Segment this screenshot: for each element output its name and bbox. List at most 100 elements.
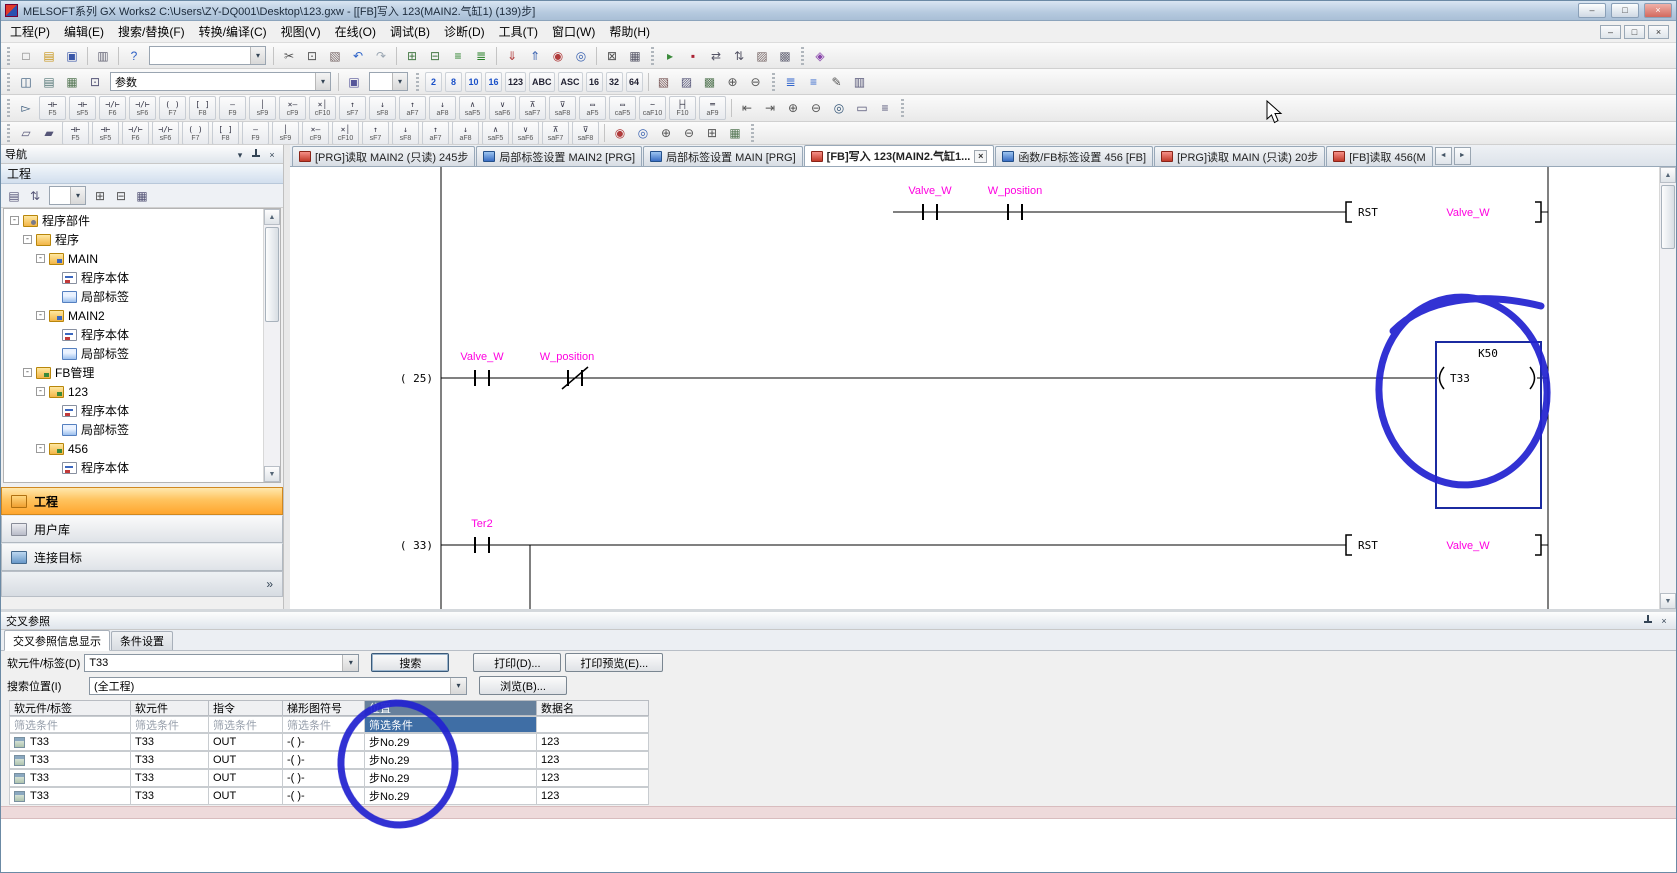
quick-access-combo[interactable]: ▾ (149, 46, 266, 65)
parameter-icon[interactable]: ▨ (751, 45, 773, 67)
tab-scroll-right-button[interactable]: ► (1454, 147, 1471, 165)
horizontal-line-input-icon[interactable]: ├┤ F10 (669, 96, 696, 120)
zoom2-in-icon[interactable]: ⊕ (655, 122, 677, 144)
coil-icon[interactable]: ( ) F7 (159, 96, 186, 120)
open-contact-icon[interactable]: ⊣⊢ F5 (39, 96, 66, 120)
tb4-coil-icon[interactable]: ( ) F7 (182, 122, 209, 145)
device-test-icon[interactable]: ⊠ (601, 45, 623, 67)
tb4-delete-vertical-icon[interactable]: ×│ cF10 (332, 122, 359, 145)
tree-item-456-program-body[interactable]: 程序本体 (4, 458, 263, 477)
minimize-button[interactable]: – (1578, 3, 1606, 18)
chevron-more-icon[interactable]: » (266, 577, 273, 591)
tree-item-main[interactable]: - MAIN (4, 249, 263, 268)
scroll-up-button[interactable]: ▲ (1660, 167, 1676, 183)
window-select-combo[interactable]: 参数 ▾ (110, 72, 331, 91)
mdi-restore-button[interactable]: □ (1624, 25, 1645, 39)
menu-diagnostics[interactable]: 诊断(D) (437, 20, 492, 43)
tree-expander-icon[interactable]: - (23, 368, 32, 377)
tree-item-123-local-label[interactable]: 局部标签 (4, 420, 263, 439)
tree-item-main2-local-label[interactable]: 局部标签 (4, 344, 263, 363)
tb4-delete-horizontal-icon[interactable]: ×— cF9 (302, 122, 329, 145)
undo-icon[interactable]: ↶ (347, 45, 369, 67)
menu-convert-compile[interactable]: 转换/编译(C) (192, 20, 274, 43)
zoom2-out-icon[interactable]: ⊖ (678, 122, 700, 144)
menu-view[interactable]: 视图(V) (274, 20, 328, 43)
column-header[interactable]: 软元件 (131, 700, 209, 716)
closed-contact-icon[interactable]: ⊣/⊢ F6 (99, 96, 126, 120)
display-decimal-icon[interactable]: 10 (465, 72, 482, 92)
tab-fb-label-456[interactable]: 函数/FB标签设置 456 [FB] (995, 146, 1153, 166)
tb4-invert-falling-icon[interactable]: ⊽ saF8 (572, 122, 599, 145)
selected-row-strip[interactable] (1, 806, 1676, 819)
rising-pulse-branch-icon[interactable]: ↑ aF7 (399, 96, 426, 120)
monitor-read-icon[interactable]: ◎ (632, 122, 654, 144)
filter-cell[interactable]: 筛选条件 (209, 716, 283, 733)
nav-display-setting-icon[interactable]: ▤ (4, 186, 24, 206)
tree-scrollbar[interactable]: ▲ ▼ (263, 209, 280, 482)
tree-expander-icon[interactable] (49, 330, 58, 339)
convert-all-icon[interactable]: ≣ (470, 45, 492, 67)
tb4-invert-rising-icon[interactable]: ⊼ saF7 (542, 122, 569, 145)
tab-local-label-main[interactable]: 局部标签设置 MAIN [PRG] (643, 146, 803, 166)
horizontal-line-icon[interactable]: — F9 (219, 96, 246, 120)
word-64bit-icon[interactable]: 64 (626, 72, 643, 92)
display-ascii-icon[interactable]: ASC (558, 72, 583, 92)
operation-falling-icon[interactable]: ∨ saF6 (489, 96, 516, 120)
maximize-button[interactable]: □ (1611, 3, 1639, 18)
tree-expander-icon[interactable] (49, 292, 58, 301)
tb4-open-contact-icon[interactable]: ⊣⊢ F5 (62, 122, 89, 145)
ladder-diagram[interactable]: Valve_W W_position RST Valve_W ( 25) Val… (290, 167, 1677, 609)
chevron-down-icon[interactable]: ▾ (342, 655, 358, 671)
label-edit-icon[interactable]: ✎ (826, 71, 848, 93)
menu-help[interactable]: 帮助(H) (602, 20, 657, 43)
output-window-icon[interactable]: ▦ (61, 71, 83, 93)
delete-row-icon[interactable]: ⊟ (424, 45, 446, 67)
invert-result-falling-icon[interactable]: ⊽ saF8 (549, 96, 576, 120)
search-location-combo[interactable]: (全工程) ▾ (89, 677, 467, 695)
tree-expander-icon[interactable]: - (36, 444, 45, 453)
print-icon[interactable]: ▥ (92, 45, 114, 67)
tree-item-fb-123[interactable]: - 123 (4, 382, 263, 401)
tb4-vertical-line-icon[interactable]: │ sF9 (272, 122, 299, 145)
grid-display-icon[interactable]: ⊞ (701, 122, 723, 144)
tree-expander-icon[interactable] (49, 273, 58, 282)
tb4-horizontal-line-icon[interactable]: — F9 (242, 122, 269, 145)
tab-fb-write-123[interactable]: [FB]写入 123(MAIN2.气缸1... × (804, 145, 995, 167)
crossref-close-icon[interactable]: × (1657, 614, 1671, 627)
write-to-plc-icon[interactable]: ⇓ (501, 45, 523, 67)
simulation-stop-icon[interactable]: ▪ (682, 45, 704, 67)
read-mode-icon[interactable]: ▰ (38, 122, 60, 144)
tree-item-main-program-body[interactable]: 程序本体 (4, 268, 263, 287)
delete-vertical-line-icon[interactable]: ×│ cF10 (309, 96, 336, 120)
column-header[interactable]: 数据名 (537, 700, 649, 716)
zoom-combo[interactable]: ▾ (369, 72, 408, 91)
tb4-application-instruction-icon[interactable]: [ ] F8 (212, 122, 239, 145)
tree-item-program-parts[interactable]: - 程序部件 (4, 211, 263, 230)
menu-project[interactable]: 工程(P) (3, 20, 57, 43)
select-mode-icon[interactable]: ▻ (15, 97, 37, 119)
crossref-pin-icon[interactable] (1642, 614, 1654, 627)
pin-icon[interactable] (250, 148, 262, 161)
falling-pulse-branch-icon[interactable]: ↓ aF8 (429, 96, 456, 120)
nav-data-security-icon[interactable]: ▦ (132, 186, 152, 206)
panel-close-icon[interactable]: × (265, 148, 279, 161)
new-project-icon[interactable]: □ (15, 45, 37, 67)
tb4-rising-pulse-icon[interactable]: ↑ sF7 (362, 122, 389, 145)
find-device-icon[interactable]: ◎ (828, 97, 850, 119)
tree-item-program[interactable]: - 程序 (4, 230, 263, 249)
monitor-stop-icon[interactable]: ◎ (570, 45, 592, 67)
simulation-start-icon[interactable]: ▸ (659, 45, 681, 67)
vertical-line-icon[interactable]: │ sF9 (249, 96, 276, 120)
mdi-minimize-button[interactable]: – (1600, 25, 1621, 39)
diagnostics-icon[interactable]: ◈ (809, 45, 831, 67)
function-block-selection-icon[interactable]: ▤ (38, 71, 60, 93)
menu-tools[interactable]: 工具(T) (492, 20, 545, 43)
tb4-falling-pulse-icon[interactable]: ↓ sF8 (392, 122, 419, 145)
tree-scrollbar-thumb[interactable] (265, 227, 279, 322)
device-combo[interactable]: T33 ▾ (84, 654, 359, 672)
word-16bit-icon[interactable]: 16 (586, 72, 603, 92)
column-header[interactable]: 位置 (365, 700, 537, 716)
tab-close-icon[interactable]: × (974, 150, 987, 163)
close-button[interactable]: × (1644, 3, 1672, 18)
tb4-op-rising-icon[interactable]: ∧ saF5 (482, 122, 509, 145)
